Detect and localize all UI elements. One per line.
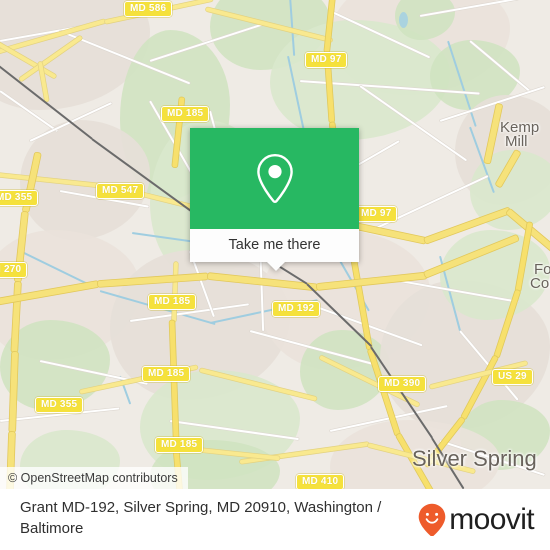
footer-bar: Grant MD-192, Silver Spring, MD 20910, W… xyxy=(0,489,550,550)
place-label: Silver Spring xyxy=(412,446,537,471)
location-pin-icon xyxy=(256,153,293,203)
take-me-there-button[interactable]: Take me there xyxy=(190,229,359,262)
moovit-logo[interactable]: moovit xyxy=(418,502,535,536)
moovit-wordmark: moovit xyxy=(449,502,534,536)
card-header xyxy=(190,128,359,229)
take-me-there-label: Take me there xyxy=(228,237,321,253)
address-label: Grant MD-192, Silver Spring, MD 20910, W… xyxy=(20,499,382,537)
place-label: Cor xyxy=(530,275,550,292)
place-label: Mill xyxy=(505,133,528,150)
moovit-smiley-pin-icon xyxy=(418,503,446,536)
card-pointer-tail xyxy=(266,261,286,271)
osm-attribution[interactable]: © OpenStreetMap contributors xyxy=(0,467,188,489)
map-popup-card[interactable]: Take me there xyxy=(190,128,359,271)
map-screenshot: MD 586 MD 97 MD 185 MD 547 MD 355 MD 97 I 270 M… xyxy=(0,0,550,550)
